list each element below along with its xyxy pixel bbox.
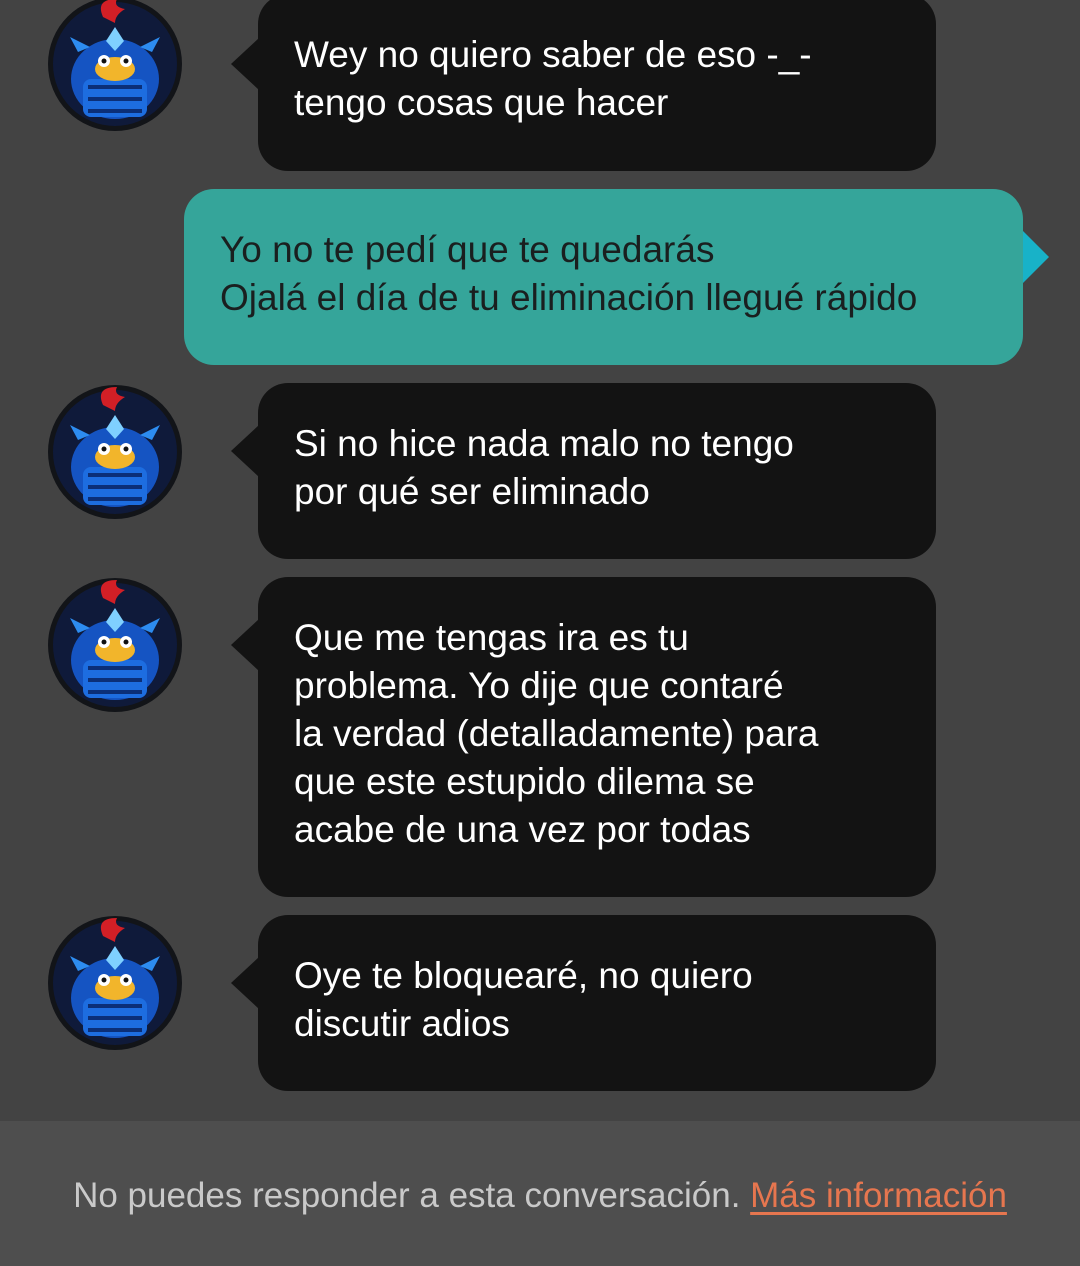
message-bubble-received[interactable]: Que me tengas ira es tu problema. Yo dij…: [258, 577, 936, 897]
bubble-tail: [231, 619, 259, 671]
message-bubble-received[interactable]: Si no hice nada malo no tengo por qué se…: [258, 383, 936, 559]
blue-armored-bird-avatar-icon: [53, 918, 177, 1045]
reply-disabled-footer: No puedes responder a esta conversación.…: [0, 1121, 1080, 1266]
message-bubble-sent[interactable]: Yo no te pedí que te quedarás Ojalá el d…: [184, 189, 1023, 365]
bubble-tail: [1023, 231, 1049, 283]
message-bubble-received[interactable]: Oye te bloquearé, no quiero discutir adi…: [258, 915, 936, 1091]
bubble-tail: [231, 38, 259, 90]
more-info-link[interactable]: Más información: [750, 1176, 1007, 1215]
bubble-tail: [231, 425, 259, 477]
footer-line: No puedes responder a esta conversación.…: [0, 1172, 1080, 1220]
contact-avatar[interactable]: [48, 0, 182, 131]
contact-avatar[interactable]: [48, 578, 182, 712]
bubble-tail: [231, 957, 259, 1009]
blue-armored-bird-avatar-icon: [53, 387, 177, 514]
contact-avatar[interactable]: [48, 385, 182, 519]
blue-armored-bird-avatar-icon: [53, 0, 177, 126]
message-bubble-received[interactable]: Wey no quiero saber de eso -_- tengo cos…: [258, 0, 936, 171]
contact-avatar[interactable]: [48, 916, 182, 1050]
reply-disabled-notice: No puedes responder a esta conversación.: [73, 1176, 741, 1215]
blue-armored-bird-avatar-icon: [53, 580, 177, 707]
